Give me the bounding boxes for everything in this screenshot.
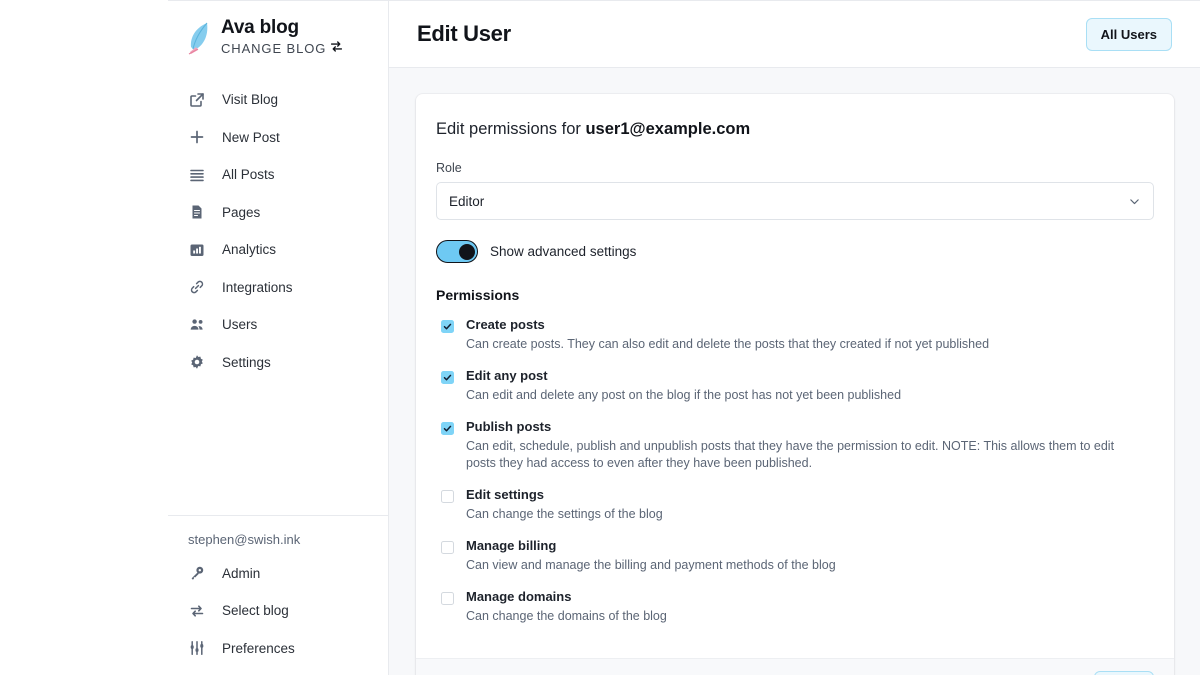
sidebar-item-label: Analytics xyxy=(222,242,277,258)
permission-description: Can change the settings of the blog xyxy=(466,507,663,521)
bar-chart-icon xyxy=(188,241,206,259)
save-button[interactable]: Save xyxy=(1093,671,1154,675)
sidebar-item-label: Select blog xyxy=(222,603,289,619)
sidebar-item-label: Visit Blog xyxy=(222,92,279,108)
link-chain-icon xyxy=(188,278,206,296)
permissions-title: Permissions xyxy=(436,287,520,303)
sidebar-item-preferences[interactable]: Preferences xyxy=(168,630,388,668)
permission-checkbox-manage-domains[interactable] xyxy=(441,592,454,605)
external-link-icon xyxy=(188,91,206,109)
permission-title: Edit settings xyxy=(466,487,545,502)
swap-arrows-icon xyxy=(330,40,343,57)
permission-checkbox-edit-settings[interactable] xyxy=(441,490,454,503)
sidebar: Ava blog CHANGE BLOG Visit Blog New Post… xyxy=(168,0,389,675)
show-advanced-settings-toggle[interactable] xyxy=(436,240,478,263)
gear-icon xyxy=(188,353,206,371)
sidebar-account-section: stephen@swish.ink Admin Select blog Pref… xyxy=(168,514,388,675)
permission-title: Edit any post xyxy=(466,368,548,383)
role-select[interactable]: Editor xyxy=(436,182,1154,220)
card-heading-email: user1@example.com xyxy=(585,120,751,138)
permission-title: Manage domains xyxy=(466,589,572,604)
sidebar-item-pages[interactable]: Pages xyxy=(168,194,388,232)
sidebar-item-users[interactable]: Users xyxy=(168,306,388,344)
card-heading-prefix: Edit permissions for xyxy=(436,120,586,138)
permission-description: Can edit and delete any post on the blog… xyxy=(466,388,902,402)
page-title: Edit User xyxy=(417,21,511,46)
sidebar-item-analytics[interactable]: Analytics xyxy=(168,231,388,269)
permission-checkbox-manage-billing[interactable] xyxy=(441,541,454,554)
sidebar-item-label: All Posts xyxy=(222,167,275,183)
advanced-settings-row: Show advanced settings xyxy=(436,240,1154,263)
sidebar-item-label: Pages xyxy=(222,204,261,220)
permission-row: Manage billing Can view and manage the b… xyxy=(436,538,1154,574)
permission-checkbox-edit-any-post[interactable] xyxy=(441,371,454,384)
sidebar-item-new-post[interactable]: New Post xyxy=(168,119,388,157)
permission-title: Manage billing xyxy=(466,538,557,553)
main-area: Edit User All Users Edit permissions for… xyxy=(389,0,1200,675)
permission-checkbox-publish-posts[interactable] xyxy=(441,422,454,435)
card-body: Edit permissions for user1@example.com R… xyxy=(416,94,1174,658)
swap-arrows-icon xyxy=(188,602,206,620)
sidebar-item-settings[interactable]: Settings xyxy=(168,344,388,382)
document-icon xyxy=(188,203,206,221)
primary-nav: Visit Blog New Post All Posts Pages Anal… xyxy=(168,81,388,381)
sidebar-item-label: Preferences xyxy=(222,640,295,656)
app-root: Ava blog CHANGE BLOG Visit Blog New Post… xyxy=(0,0,1200,675)
permission-description: Can view and manage the billing and paym… xyxy=(466,558,836,572)
show-advanced-settings-label: Show advanced settings xyxy=(490,244,637,259)
toggle-knob xyxy=(459,243,475,260)
sidebar-item-label: Integrations xyxy=(222,279,293,295)
permission-row: Edit settings Can change the settings of… xyxy=(436,487,1154,523)
sidebar-item-all-posts[interactable]: All Posts xyxy=(168,156,388,194)
change-blog-link[interactable]: CHANGE BLOG xyxy=(221,40,343,57)
sidebar-item-select-blog[interactable]: Select blog xyxy=(168,592,388,630)
role-select-value: Editor xyxy=(449,193,485,209)
users-icon xyxy=(188,316,206,334)
permission-row: Edit any post Can edit and delete any po… xyxy=(436,368,1154,404)
sidebar-item-integrations[interactable]: Integrations xyxy=(168,269,388,307)
topbar: Edit User All Users xyxy=(389,0,1200,68)
change-blog-label: CHANGE BLOG xyxy=(221,40,327,56)
sidebar-item-label: Admin xyxy=(222,565,261,581)
content-area: Edit permissions for user1@example.com R… xyxy=(389,68,1200,675)
sidebar-item-label: New Post xyxy=(222,129,280,145)
permission-title: Create posts xyxy=(466,317,545,332)
sidebar-item-visit-blog[interactable]: Visit Blog xyxy=(168,81,388,119)
card-footer: Save xyxy=(416,658,1174,675)
brand-title: Ava blog xyxy=(221,17,299,38)
sliders-icon xyxy=(188,639,206,657)
list-lines-icon xyxy=(188,166,206,184)
permission-title: Publish posts xyxy=(466,419,552,434)
brand-block[interactable]: Ava blog CHANGE BLOG xyxy=(168,1,388,57)
sidebar-item-admin[interactable]: Admin xyxy=(168,555,388,593)
sidebar-item-label: Users xyxy=(222,317,258,333)
plus-icon xyxy=(188,128,206,146)
permission-description: Can change the domains of the blog xyxy=(466,609,667,623)
left-gutter xyxy=(0,0,84,675)
permission-checkbox-create-posts[interactable] xyxy=(441,320,454,333)
permission-description: Can edit, schedule, publish and unpublis… xyxy=(466,439,1115,470)
role-label: Role xyxy=(436,161,462,175)
permission-row: Publish posts Can edit, schedule, publis… xyxy=(436,419,1154,472)
card-heading: Edit permissions for user1@example.com xyxy=(436,120,1154,139)
role-select-wrap: Editor xyxy=(436,182,1154,220)
edit-permissions-card: Edit permissions for user1@example.com R… xyxy=(416,94,1174,675)
account-email: stephen@swish.ink xyxy=(188,531,301,547)
permission-description: Can create posts. They can also edit and… xyxy=(466,337,990,351)
permission-row: Create posts Can create posts. They can … xyxy=(436,317,1154,353)
sidebar-item-label: Settings xyxy=(222,354,271,370)
feather-icon xyxy=(186,19,212,59)
permission-row: Manage domains Can change the domains of… xyxy=(436,589,1154,625)
key-icon xyxy=(188,564,206,582)
all-users-button[interactable]: All Users xyxy=(1085,17,1172,51)
